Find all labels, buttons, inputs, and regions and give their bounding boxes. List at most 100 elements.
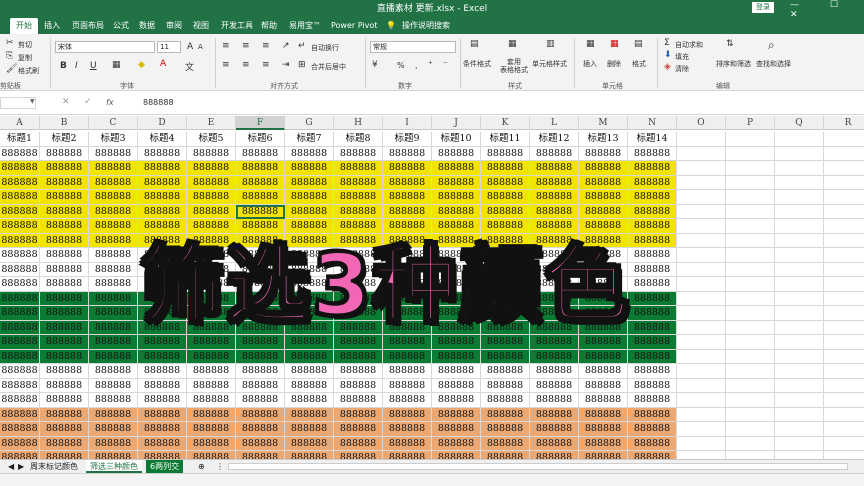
data-cell[interactable]: 888888: [40, 378, 89, 393]
data-cell[interactable]: 888888: [236, 320, 285, 335]
column-header-q[interactable]: Q: [775, 116, 824, 130]
empty-cell[interactable]: [824, 277, 864, 292]
data-cell[interactable]: 888888: [579, 364, 628, 379]
empty-cell[interactable]: [824, 422, 864, 437]
data-cell[interactable]: 888888: [187, 393, 236, 408]
data-cell[interactable]: 888888: [285, 146, 334, 161]
tab-data[interactable]: 数据: [139, 18, 155, 34]
empty-cell[interactable]: [824, 408, 864, 422]
empty-cell[interactable]: [824, 234, 864, 248]
empty-cell[interactable]: [677, 306, 726, 321]
data-cell[interactable]: 888888: [187, 436, 236, 451]
empty-cell[interactable]: [775, 378, 824, 393]
data-cell[interactable]: 888888: [334, 291, 383, 306]
data-cell[interactable]: 888888: [628, 349, 677, 364]
data-cell[interactable]: 888888: [236, 277, 285, 292]
data-cell[interactable]: 888888: [628, 335, 677, 350]
data-cell[interactable]: 888888: [481, 175, 530, 190]
data-cell[interactable]: 888888: [138, 248, 187, 263]
data-cell[interactable]: 888888: [138, 335, 187, 350]
data-cell[interactable]: 888888: [187, 320, 236, 335]
empty-cell[interactable]: [726, 219, 775, 234]
data-cell[interactable]: 888888: [187, 204, 236, 219]
empty-cell[interactable]: [726, 175, 775, 190]
data-cell[interactable]: 888888: [628, 219, 677, 234]
empty-cell[interactable]: [677, 161, 726, 176]
data-cell[interactable]: 888888: [383, 335, 432, 350]
data-cell[interactable]: 888888: [138, 436, 187, 451]
data-cell[interactable]: 888888: [89, 422, 138, 437]
data-cell[interactable]: 888888: [579, 233, 628, 248]
data-cell[interactable]: 888888: [89, 291, 138, 306]
delete-button[interactable]: 删除: [607, 59, 621, 69]
data-cell[interactable]: 888888: [89, 436, 138, 451]
data-cell[interactable]: 888888: [383, 320, 432, 335]
column-header-a[interactable]: A: [0, 116, 40, 130]
empty-cell[interactable]: [726, 132, 775, 147]
header-cell[interactable]: 标题7: [285, 132, 334, 147]
data-cell[interactable]: 888888: [579, 277, 628, 292]
data-cell[interactable]: 888888: [285, 190, 334, 205]
data-cell[interactable]: 888888: [187, 349, 236, 364]
data-cell[interactable]: 888888: [89, 393, 138, 408]
data-cell[interactable]: 888888: [530, 204, 579, 219]
data-cell[interactable]: 888888: [285, 248, 334, 263]
empty-cell[interactable]: [824, 364, 864, 379]
data-cell[interactable]: 888888: [236, 262, 285, 277]
data-cell[interactable]: 888888: [138, 146, 187, 161]
header-cell[interactable]: 标题6: [236, 132, 285, 147]
empty-cell[interactable]: [677, 262, 726, 277]
data-cell[interactable]: 888888: [579, 219, 628, 234]
fill-button[interactable]: 填充: [675, 52, 689, 62]
data-cell[interactable]: 888888: [285, 364, 334, 379]
data-cell[interactable]: 888888: [187, 364, 236, 379]
data-cell[interactable]: 888888: [334, 277, 383, 292]
empty-cell[interactable]: [824, 437, 864, 451]
header-cell[interactable]: 标题2: [40, 132, 89, 147]
data-cell[interactable]: 888888: [236, 233, 285, 248]
data-cell[interactable]: 888888: [285, 277, 334, 292]
data-cell[interactable]: 888888: [0, 190, 40, 205]
data-cell[interactable]: 888888: [138, 277, 187, 292]
data-cell[interactable]: 888888: [138, 378, 187, 393]
data-cell[interactable]: 888888: [0, 146, 40, 161]
conditional-format-button[interactable]: 条件格式: [463, 59, 491, 69]
data-cell[interactable]: 888888: [187, 146, 236, 161]
empty-cell[interactable]: [775, 161, 824, 176]
data-cell[interactable]: 888888: [530, 146, 579, 161]
data-cell[interactable]: 888888: [383, 393, 432, 408]
empty-cell[interactable]: [824, 379, 864, 393]
data-cell[interactable]: 888888: [530, 320, 579, 335]
data-cell[interactable]: 888888: [334, 219, 383, 234]
data-cell[interactable]: 888888: [40, 291, 89, 306]
data-cell[interactable]: 888888: [40, 335, 89, 350]
data-cell[interactable]: 888888: [236, 291, 285, 306]
data-cell[interactable]: 888888: [628, 175, 677, 190]
data-cell[interactable]: 888888: [481, 204, 530, 219]
data-cell[interactable]: 888888: [0, 277, 40, 292]
empty-cell[interactable]: [726, 161, 775, 176]
data-cell[interactable]: 888888: [530, 306, 579, 321]
data-cell[interactable]: 888888: [0, 364, 40, 379]
insert-button[interactable]: 插入: [583, 59, 597, 69]
add-sheet-icon[interactable]: ⊕: [194, 460, 209, 473]
data-cell[interactable]: 888888: [187, 175, 236, 190]
data-cell[interactable]: 888888: [40, 422, 89, 437]
data-cell[interactable]: 888888: [628, 407, 677, 422]
data-cell[interactable]: 888888: [89, 219, 138, 234]
format-painter-button[interactable]: 格式刷: [18, 66, 39, 76]
data-cell[interactable]: 888888: [285, 422, 334, 437]
empty-cell[interactable]: [726, 204, 775, 219]
data-cell[interactable]: 888888: [579, 175, 628, 190]
column-header-j[interactable]: J: [432, 116, 481, 130]
data-cell[interactable]: 888888: [0, 248, 40, 263]
font-name-select[interactable]: 宋体: [55, 41, 155, 53]
data-cell[interactable]: 888888: [432, 277, 481, 292]
data-cell[interactable]: 888888: [432, 161, 481, 176]
empty-cell[interactable]: [824, 350, 864, 364]
data-cell[interactable]: 888888: [138, 407, 187, 422]
data-cell[interactable]: 888888: [285, 306, 334, 321]
empty-cell[interactable]: [726, 349, 775, 364]
data-cell[interactable]: 888888: [530, 378, 579, 393]
data-cell[interactable]: 888888: [236, 422, 285, 437]
